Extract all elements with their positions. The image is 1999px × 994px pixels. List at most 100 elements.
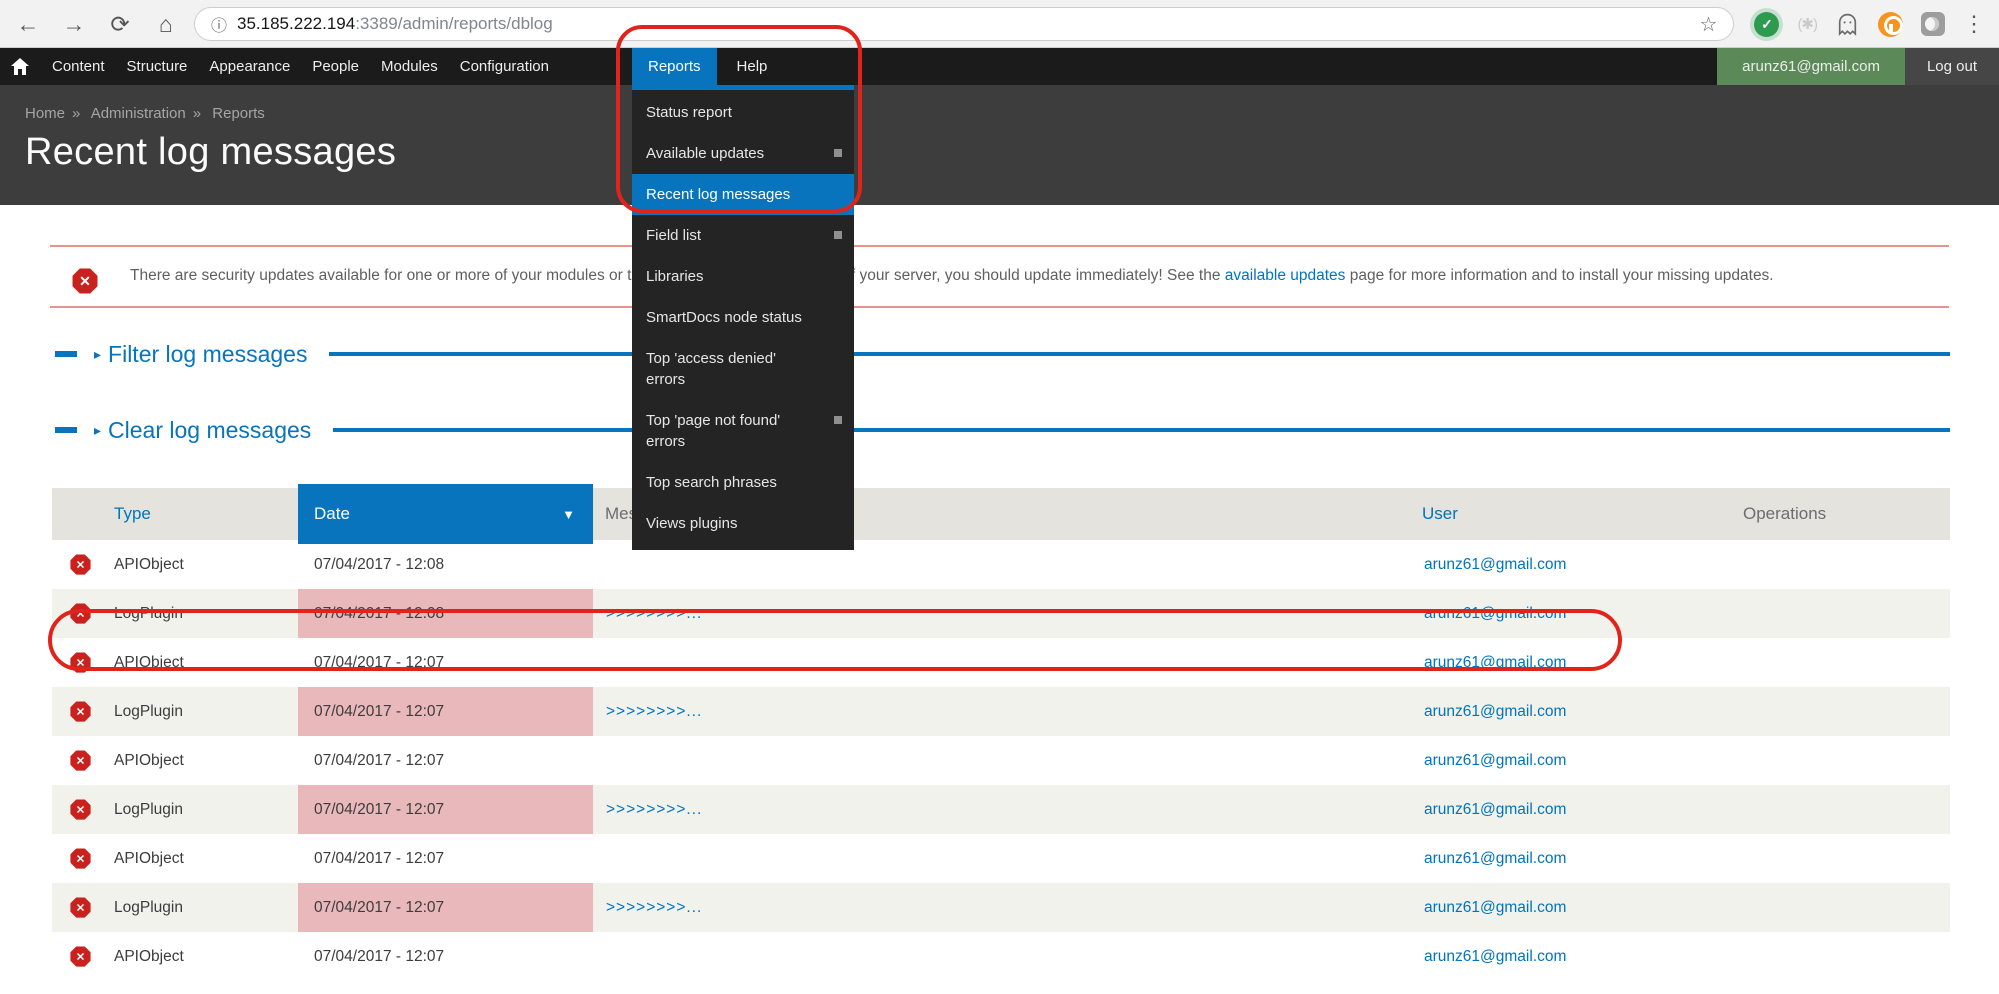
message-link[interactable]: >>>>>>>>... (606, 605, 702, 622)
type-cell: ✕ LogPlugin (52, 589, 298, 638)
admin-menu-item-label: People (312, 58, 359, 75)
error-message-box: ✕ There are security updates available f… (50, 245, 1949, 308)
reports-menu-item[interactable]: Top search phrases (632, 462, 854, 503)
type-cell: ✕ APIObject (52, 736, 298, 785)
collapsed-arrow-icon: ▸ (94, 422, 101, 439)
breadcrumb-link[interactable]: Administration (91, 105, 186, 122)
reports-menu-item[interactable]: Status report (632, 92, 854, 133)
account-button[interactable]: arunz61@gmail.com (1717, 48, 1905, 85)
error-icon: ✕ (70, 946, 91, 967)
reports-menu-item[interactable]: Recent log messages (632, 174, 854, 215)
reports-menu-item[interactable]: SmartDocs node status (632, 297, 854, 338)
reports-menu-item-label: Status report (646, 104, 732, 121)
browser-menu-icon[interactable]: ⋮ (1963, 11, 1985, 37)
error-message-text: There are security updates available for… (130, 262, 1909, 289)
log-date-label: 07/04/2017 - 12:07 (314, 948, 444, 966)
available-updates-link[interactable]: available updates (1225, 267, 1346, 284)
admin-menu-item[interactable]: People (301, 48, 370, 85)
user-cell: arunz61@gmail.com (1410, 801, 1725, 819)
error-icon: ✕ (70, 652, 91, 673)
column-header-date-active[interactable]: Date ▼ (298, 484, 593, 544)
error-icon: ✕ (70, 799, 91, 820)
fieldset-rule (333, 428, 1950, 432)
dropdown-tabs: Reports Help (632, 48, 854, 85)
logout-button[interactable]: Log out (1905, 48, 1999, 85)
ghost-extension-icon[interactable] (1835, 12, 1860, 37)
bookmark-star-icon[interactable]: ☆ (1700, 12, 1718, 37)
reports-tab[interactable]: Reports (632, 48, 717, 85)
menu-badge-icon (834, 231, 842, 239)
filter-fieldset: ▸ Filter log messages (55, 332, 1950, 376)
reports-menu-item-label: Field list (646, 227, 701, 244)
type-cell: ✕ APIObject (52, 540, 298, 589)
admin-menu-item-label: Appearance (209, 58, 290, 75)
user-link[interactable]: arunz61@gmail.com (1424, 605, 1566, 622)
admin-menu-item-label: Modules (381, 58, 438, 75)
menu-badge-icon (834, 149, 842, 157)
user-link[interactable]: arunz61@gmail.com (1424, 752, 1566, 769)
user-link[interactable]: arunz61@gmail.com (1424, 556, 1566, 573)
browser-home-icon[interactable]: ⌂ (152, 13, 180, 36)
user-cell: arunz61@gmail.com (1410, 850, 1725, 868)
log-date-label: 07/04/2017 - 12:07 (314, 801, 444, 819)
message-link[interactable]: >>>>>>>>... (606, 703, 702, 720)
column-header-type: Type (52, 504, 298, 524)
log-type-label: LogPlugin (114, 703, 183, 721)
page-title: Recent log messages (25, 131, 1999, 174)
type-cell: ✕ APIObject (52, 638, 298, 687)
reports-menu-item[interactable]: Libraries (632, 256, 854, 297)
forward-icon[interactable]: → (60, 13, 88, 36)
vpn-extension-icon[interactable] (1878, 12, 1903, 37)
table-header-row: Type Message User Operations Date ▼ (52, 488, 1950, 540)
reports-menu-item-label: Views plugins (646, 515, 737, 532)
user-link[interactable]: arunz61@gmail.com (1424, 948, 1566, 965)
user-link[interactable]: arunz61@gmail.com (1424, 703, 1566, 720)
user-link[interactable]: arunz61@gmail.com (1424, 899, 1566, 916)
log-type-label: APIObject (114, 948, 184, 966)
message-link[interactable]: >>>>>>>>... (606, 801, 702, 818)
log-type-label: APIObject (114, 752, 184, 770)
reports-menu-item-label: SmartDocs node status (646, 309, 802, 326)
sort-type-link[interactable]: Type (114, 504, 151, 523)
user-cell: arunz61@gmail.com (1410, 605, 1725, 623)
back-icon[interactable]: ← (14, 13, 42, 36)
reload-icon[interactable]: ⟳ (106, 13, 134, 36)
breadcrumb: Home» Administration» Reports» (25, 105, 1999, 122)
user-link[interactable]: arunz61@gmail.com (1424, 850, 1566, 867)
admin-menu-item[interactable]: Configuration (449, 48, 560, 85)
user-link[interactable]: arunz61@gmail.com (1424, 654, 1566, 671)
filter-log-messages-toggle[interactable]: Filter log messages (108, 341, 307, 368)
type-cell: ✕ LogPlugin (52, 785, 298, 834)
reports-menu-item[interactable]: Top 'page not found' errors (632, 400, 854, 462)
date-header-label: Date (314, 504, 350, 524)
message-link[interactable]: >>>>>>>>... (606, 899, 702, 916)
breadcrumb-separator: » (193, 105, 201, 122)
extension-area: ✓ (✱) ⋮ (1754, 11, 1985, 37)
error-icon: ✕ (70, 750, 91, 771)
clear-log-messages-toggle[interactable]: Clear log messages (108, 417, 311, 444)
reports-menu-item[interactable]: Top 'access denied' errors (632, 338, 854, 400)
admin-menu-item[interactable]: Structure (116, 48, 199, 85)
help-tab[interactable]: Help (717, 48, 788, 85)
table-row: ✕ LogPlugin 07/04/2017 - 12:07 >>>>>>>>.… (52, 785, 1950, 834)
breadcrumb-separator: » (72, 105, 80, 122)
gray-extension-icon[interactable] (1921, 12, 1945, 36)
check-extension-icon[interactable]: ✓ (1754, 12, 1779, 37)
user-link[interactable]: arunz61@gmail.com (1424, 801, 1566, 818)
breadcrumb-link[interactable]: Home (25, 105, 65, 122)
browser-nav-icons: ← → ⟳ ⌂ (14, 13, 180, 36)
reports-menu-item[interactable]: Field list (632, 215, 854, 256)
admin-menu-item[interactable]: Modules (370, 48, 449, 85)
breadcrumb-link[interactable]: Reports (212, 105, 265, 122)
table-row: ✕ APIObject 07/04/2017 - 12:07 arunz61@g… (52, 932, 1950, 981)
reports-menu-item[interactable]: Available updates (632, 133, 854, 174)
admin-menu-item[interactable]: Content (41, 48, 116, 85)
reports-dropdown: Reports Help Status report Available upd… (632, 48, 854, 550)
sort-user-link[interactable]: User (1422, 504, 1458, 523)
error-icon: ✕ (70, 848, 91, 869)
admin-home-icon[interactable] (0, 48, 41, 85)
info-icon[interactable]: ⓘ (211, 12, 227, 36)
admin-menu-item[interactable]: Appearance (198, 48, 301, 85)
address-bar[interactable]: ⓘ 35.185.222.194 :3389/admin/reports/dbl… (194, 7, 1734, 41)
reports-menu-item[interactable]: Views plugins (632, 503, 854, 544)
